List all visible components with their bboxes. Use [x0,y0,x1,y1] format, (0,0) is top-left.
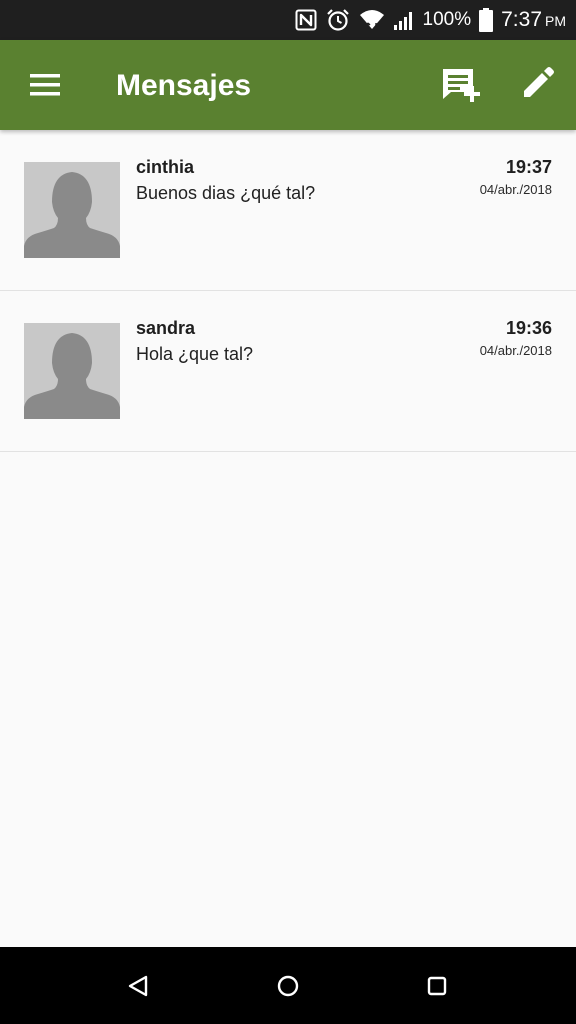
compose-button[interactable] [516,64,562,106]
conversation-list: cinthia Buenos dias ¿qué tal? 19:37 04/a… [0,130,576,452]
contact-name: sandra [136,318,196,338]
wifi-icon [359,7,385,33]
status-clock: 7:37 PM [501,8,566,32]
conversation-item[interactable]: sandra Hola ¿que tal? 19:36 04/abr./2018 [0,291,576,452]
new-message-button[interactable] [438,64,484,106]
nfc-icon [295,9,317,31]
recents-button[interactable] [416,965,458,1007]
back-button[interactable] [117,965,159,1007]
status-icons: 100% 7:37 PM [295,0,566,40]
message-date: 04/abr./2018 [479,182,552,197]
avatar [24,162,120,258]
message-time: 19:36 [505,318,552,338]
new-message-icon [443,69,480,102]
contact-name: cinthia [136,157,195,177]
recents-icon [427,976,447,996]
clock-time: 7:37 [501,8,542,31]
person-silhouette-icon [24,172,120,258]
clock-ampm: PM [545,13,566,29]
avatar [24,323,120,419]
back-icon [128,975,148,997]
menu-icon [30,74,60,96]
home-icon [277,975,299,997]
battery-percent: 100% [422,9,472,30]
status-bar: 100% 7:37 PM [0,0,576,40]
home-button[interactable] [267,965,309,1007]
alarm-icon [325,7,351,33]
message-snippet: Buenos dias ¿qué tal? [136,183,316,203]
battery-icon [479,8,494,32]
person-silhouette-icon [24,333,120,419]
menu-button[interactable] [22,64,68,106]
conversation-item[interactable]: cinthia Buenos dias ¿qué tal? 19:37 04/a… [0,130,576,291]
pencil-icon [524,67,554,97]
signal-icon [393,9,415,31]
app-bar: Mensajes [0,40,576,130]
message-date: 04/abr./2018 [479,343,552,358]
message-snippet: Hola ¿que tal? [136,344,254,364]
navigation-bar [0,947,576,1024]
message-time: 19:37 [505,157,552,177]
page-title: Mensajes [116,69,252,102]
